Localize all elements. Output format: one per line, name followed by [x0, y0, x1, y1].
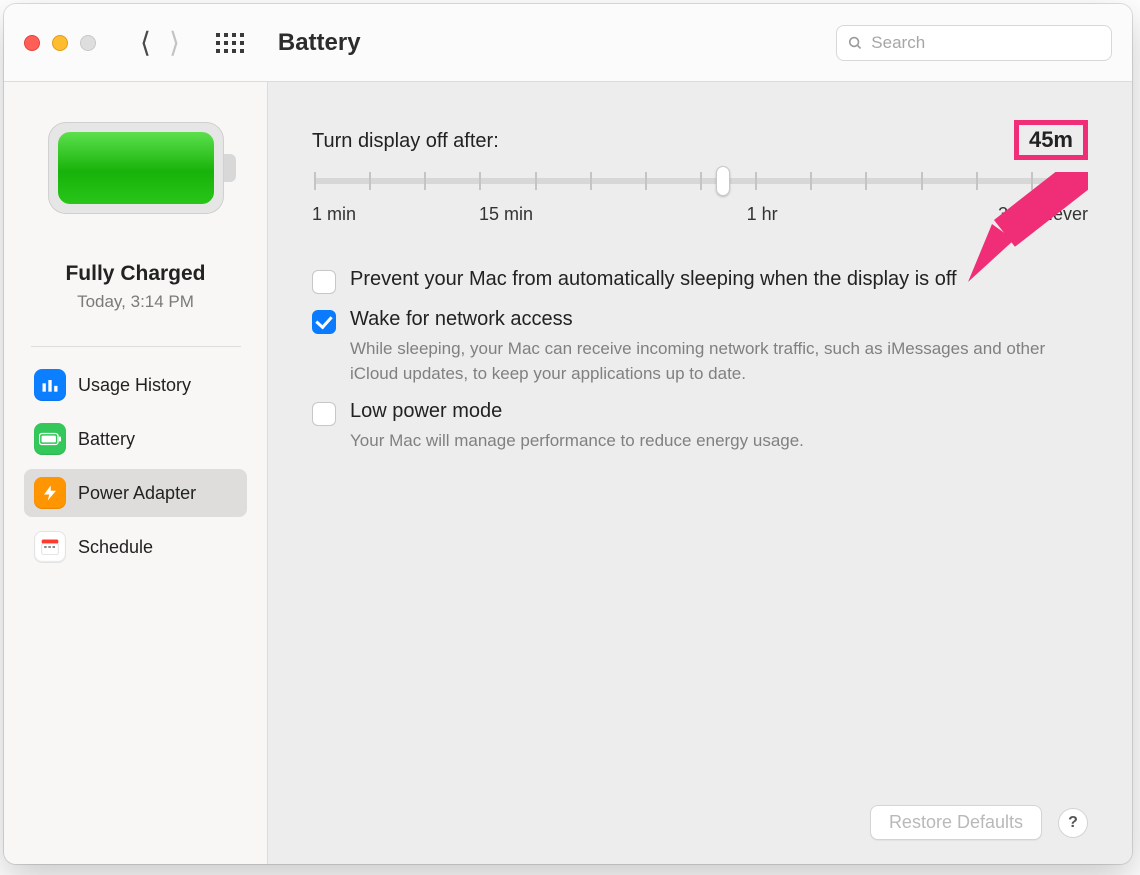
- zoom-icon: [80, 35, 96, 51]
- search-field[interactable]: [836, 25, 1112, 61]
- display-off-slider[interactable]: 1 min 15 min 1 hr 3 hrsNever: [312, 178, 1088, 228]
- slider-tick: [755, 172, 757, 190]
- restore-defaults-button[interactable]: Restore Defaults: [870, 805, 1042, 840]
- slider-scale-label: 15 min: [479, 204, 533, 225]
- battery-status-title: Fully Charged: [65, 262, 205, 286]
- battery-status-icon: [48, 122, 224, 214]
- all-preferences-icon[interactable]: [216, 33, 244, 53]
- chart-icon: [34, 369, 66, 401]
- forward-button: ⟩: [169, 26, 180, 59]
- checkbox[interactable]: [312, 402, 336, 426]
- titlebar: ⟨ ⟩ Battery: [4, 4, 1132, 82]
- slider-tick: [810, 172, 812, 190]
- sidebar-item-schedule[interactable]: Schedule: [24, 523, 247, 571]
- option-description: Your Mac will manage performance to redu…: [350, 429, 804, 454]
- slider-tick: [700, 172, 702, 190]
- option-label: Low power mode: [350, 400, 804, 423]
- sidebar-item-label: Power Adapter: [78, 483, 196, 504]
- slider-tick: [424, 172, 426, 190]
- slider-scale-label: 1 min: [312, 204, 356, 225]
- checkbox[interactable]: [312, 310, 336, 334]
- slider-tick: [1086, 172, 1088, 190]
- option-row: Prevent your Mac from automatically slee…: [312, 268, 1088, 294]
- main-panel: Turn display off after: 45m 1 min15 min1…: [268, 82, 1132, 864]
- back-button[interactable]: ⟨: [140, 26, 151, 59]
- battery-icon: [34, 423, 66, 455]
- option-row: Wake for network access While sleeping, y…: [312, 308, 1088, 386]
- slider-tick: [369, 172, 371, 190]
- slider-tick: [865, 172, 867, 190]
- sidebar-nav: Usage History Battery Power Adapter Schedul…: [4, 361, 267, 577]
- window-title: Battery: [278, 29, 361, 57]
- slider-tick: [921, 172, 923, 190]
- search-icon: [847, 34, 863, 52]
- option-row: Low power mode Your Mac will manage perfo…: [312, 400, 1088, 454]
- option-description: While sleeping, your Mac can receive inc…: [350, 337, 1088, 386]
- option-label: Wake for network access: [350, 308, 1088, 331]
- option-label: Prevent your Mac from automatically slee…: [350, 268, 957, 291]
- calendar-icon: [34, 531, 66, 563]
- slider-value-highlight: 45m: [1014, 120, 1088, 160]
- slider-tick: [314, 172, 316, 190]
- minimize-icon[interactable]: [52, 35, 68, 51]
- battery-preferences-window: ⟨ ⟩ Battery Fully Charged Today, 3:14 PM…: [4, 4, 1132, 864]
- slider-tick: [1031, 172, 1033, 190]
- sidebar-item-power-adapter[interactable]: Power Adapter: [24, 469, 247, 517]
- sidebar-item-usage-history[interactable]: Usage History: [24, 361, 247, 409]
- sidebar-item-battery[interactable]: Battery: [24, 415, 247, 463]
- close-icon[interactable]: [24, 35, 40, 51]
- checkbox[interactable]: [312, 270, 336, 294]
- battery-status-time: Today, 3:14 PM: [77, 292, 194, 312]
- slider-scale-label: 1 hr: [747, 204, 778, 225]
- search-input[interactable]: [871, 33, 1101, 53]
- bolt-icon: [34, 477, 66, 509]
- sidebar-item-label: Schedule: [78, 537, 153, 558]
- slider-tick: [479, 172, 481, 190]
- slider-tick: [590, 172, 592, 190]
- slider-label: Turn display off after:: [312, 130, 499, 153]
- sidebar: Fully Charged Today, 3:14 PM Usage Histo…: [4, 82, 268, 864]
- help-button[interactable]: ?: [1058, 808, 1088, 838]
- sidebar-item-label: Usage History: [78, 375, 191, 396]
- slider-thumb[interactable]: [716, 166, 730, 196]
- slider-scale-label: Never: [1040, 204, 1088, 225]
- slider-tick: [535, 172, 537, 190]
- sidebar-item-label: Battery: [78, 429, 135, 450]
- traffic-lights: [24, 35, 96, 51]
- nav-buttons: ⟨ ⟩: [140, 26, 180, 59]
- options-group: Prevent your Mac from automatically slee…: [312, 268, 1088, 468]
- divider: [31, 346, 241, 347]
- slider-scale-label: 3 hrs: [998, 204, 1038, 225]
- slider-tick: [645, 172, 647, 190]
- slider-tick: [976, 172, 978, 190]
